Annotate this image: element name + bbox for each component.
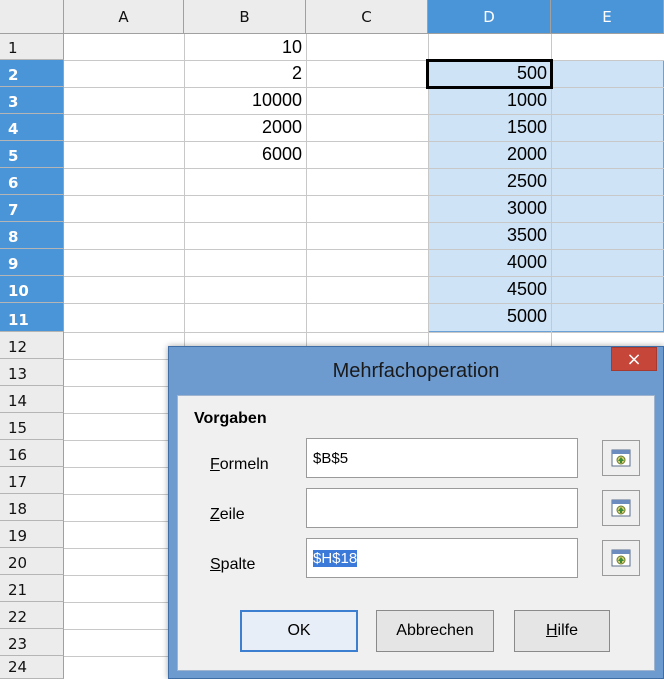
close-button[interactable]: × — [611, 347, 657, 371]
row-header-20[interactable]: 20 — [0, 548, 64, 575]
row-header-13[interactable]: 13 — [0, 359, 64, 386]
row-header-22[interactable]: 22 — [0, 602, 64, 629]
cancel-button[interactable]: Abbrechen — [376, 610, 494, 652]
row-header-3[interactable]: 3 — [0, 87, 64, 114]
shrink-icon — [611, 549, 631, 567]
active-cell-cursor — [426, 59, 553, 89]
help-button[interactable]: Hilfe — [514, 610, 610, 652]
cell-d9[interactable]: 4000 — [428, 251, 551, 274]
section-heading-vorgaben: Vorgaben — [194, 410, 267, 427]
row-header-11[interactable]: 11 — [0, 303, 64, 332]
row-header-14[interactable]: 14 — [0, 386, 64, 413]
column-header-d[interactable]: D — [428, 0, 551, 34]
dialog-title[interactable]: Mehrfachoperation — [169, 347, 663, 395]
zeile-shrink-button[interactable] — [602, 490, 640, 526]
multiple-operations-dialog: Mehrfachoperation × Vorgaben Formeln $B$… — [168, 346, 664, 679]
row-header-7[interactable]: 7 — [0, 195, 64, 222]
row-header-12[interactable]: 12 — [0, 332, 64, 359]
row-header-6[interactable]: 6 — [0, 168, 64, 195]
row-header-4[interactable]: 4 — [0, 114, 64, 141]
row-header-10[interactable]: 10 — [0, 276, 64, 303]
cell-d8[interactable]: 3500 — [428, 224, 551, 247]
row-header-17[interactable]: 17 — [0, 467, 64, 494]
cell-b2[interactable]: 2 — [184, 62, 306, 85]
row-header-5[interactable]: 5 — [0, 141, 64, 168]
column-header-a[interactable]: A — [64, 0, 184, 34]
close-icon: × — [626, 348, 642, 370]
cell-b1[interactable]: 10 — [184, 36, 306, 59]
spalte-selected-text: $H$18 — [313, 550, 358, 567]
formeln-input[interactable]: $B$5 — [306, 438, 578, 478]
formeln-label: Formeln — [210, 456, 269, 473]
column-header-b[interactable]: B — [184, 0, 306, 34]
zeile-input[interactable] — [306, 488, 578, 528]
row-header-2[interactable]: 2 — [0, 60, 64, 87]
row-header-1[interactable]: 1 — [0, 34, 64, 60]
cell-b5[interactable]: 6000 — [184, 143, 306, 166]
cell-d11[interactable]: 5000 — [428, 305, 551, 328]
column-header-c[interactable]: C — [306, 0, 428, 34]
cell-d7[interactable]: 3000 — [428, 197, 551, 220]
shrink-icon — [611, 499, 631, 517]
row-header-18[interactable]: 18 — [0, 494, 64, 521]
dialog-body: Vorgaben Formeln $B$5 Zeile Spalte $H$18… — [177, 395, 655, 671]
row-header-16[interactable]: 16 — [0, 440, 64, 467]
select-all-corner[interactable] — [0, 0, 64, 34]
row-header-23[interactable]: 23 — [0, 629, 64, 656]
row-header-8[interactable]: 8 — [0, 222, 64, 249]
cell-d10[interactable]: 4500 — [428, 278, 551, 301]
column-header-e[interactable]: E — [551, 0, 664, 34]
row-header-15[interactable]: 15 — [0, 413, 64, 440]
cell-b3[interactable]: 10000 — [184, 89, 306, 112]
zeile-label: Zeile — [210, 506, 245, 523]
row-header-24[interactable]: 24 — [0, 656, 64, 679]
cell-b4[interactable]: 2000 — [184, 116, 306, 139]
spalte-label: Spalte — [210, 556, 256, 573]
cell-d3[interactable]: 1000 — [428, 89, 551, 112]
spalte-shrink-button[interactable] — [602, 540, 640, 576]
row-header-9[interactable]: 9 — [0, 249, 64, 276]
cell-d4[interactable]: 1500 — [428, 116, 551, 139]
spalte-input[interactable]: $H$18 — [306, 538, 578, 578]
shrink-icon — [611, 449, 631, 467]
cell-d5[interactable]: 2000 — [428, 143, 551, 166]
row-header-19[interactable]: 19 — [0, 521, 64, 548]
formeln-shrink-button[interactable] — [602, 440, 640, 476]
cell-d6[interactable]: 2500 — [428, 170, 551, 193]
ok-button[interactable]: OK — [240, 610, 358, 652]
row-header-21[interactable]: 21 — [0, 575, 64, 602]
